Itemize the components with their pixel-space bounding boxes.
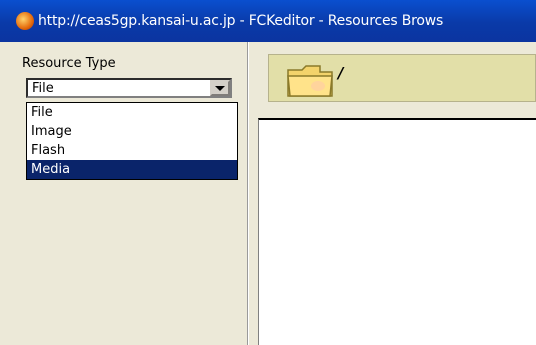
- resource-type-options: File Image Flash Media: [26, 102, 238, 180]
- current-path: /: [338, 64, 344, 82]
- window-title: http://ceas5gp.kansai-u.ac.jp - FCKedito…: [38, 13, 444, 29]
- files-list-area[interactable]: [258, 118, 536, 345]
- option-file[interactable]: File: [27, 103, 237, 122]
- option-flash[interactable]: Flash: [27, 141, 237, 160]
- option-media[interactable]: Media: [27, 160, 237, 179]
- resource-type-label: Resource Type: [22, 56, 116, 71]
- folder-icon[interactable]: [286, 62, 334, 98]
- chevron-down-icon: [215, 85, 225, 91]
- option-image[interactable]: Image: [27, 122, 237, 141]
- resource-type-selected-value: File: [32, 80, 54, 96]
- resource-type-select[interactable]: File: [26, 78, 232, 98]
- title-bar: http://ceas5gp.kansai-u.ac.jp - FCKedito…: [0, 0, 536, 42]
- firefox-icon: [16, 12, 34, 30]
- dropdown-button[interactable]: [210, 80, 230, 96]
